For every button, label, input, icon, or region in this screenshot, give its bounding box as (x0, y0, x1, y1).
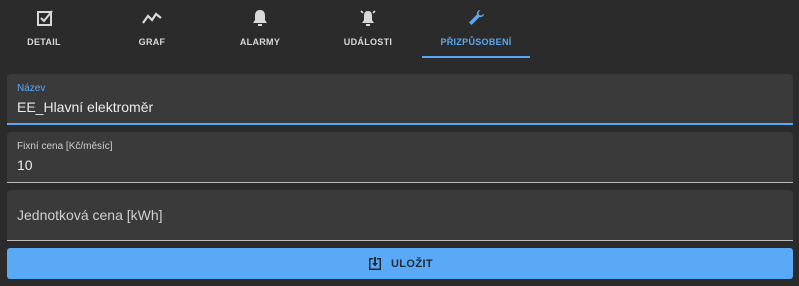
name-field-value[interactable]: EE_Hlavní elektroměr (17, 99, 153, 115)
unit-price-field-placeholder: Jednotková cena [kWh] (17, 207, 163, 223)
tab-alarmy-label: ALARMY (239, 37, 281, 47)
fixed-price-field-label: Fixní cena [Kč/měsíc] (17, 141, 113, 152)
save-button[interactable]: ULOŽIT (7, 248, 793, 279)
alarm-bell-icon (358, 8, 378, 28)
tab-bar: DETAIL GRAF ALARMY UDÁLOSTI PŘIZPŮSOBENÍ (0, 0, 799, 60)
fixed-price-field-value[interactable]: 10 (17, 157, 33, 173)
tab-graf[interactable]: GRAF (108, 0, 196, 58)
tab-udalosti[interactable]: UDÁLOSTI (324, 0, 412, 58)
tab-detail-label: DETAIL (27, 37, 61, 47)
chart-line-icon (142, 8, 162, 28)
checkbox-edit-icon (35, 8, 55, 28)
tab-prizpusobeni[interactable]: PŘIZPŮSOBENÍ (422, 0, 530, 58)
tab-detail[interactable]: DETAIL (0, 0, 88, 58)
save-button-label: ULOŽIT (390, 257, 434, 270)
tab-prizpusobeni-label: PŘIZPŮSOBENÍ (440, 37, 512, 47)
fixed-price-field[interactable]: Fixní cena [Kč/měsíc] 10 (7, 132, 793, 183)
save-icon (367, 256, 383, 272)
unit-price-field[interactable]: Jednotková cena [kWh] (7, 190, 793, 241)
bell-icon (250, 8, 270, 28)
name-field[interactable]: Název EE_Hlavní elektroměr (7, 74, 793, 125)
wrench-icon (466, 8, 486, 28)
tab-alarmy[interactable]: ALARMY (216, 0, 304, 58)
tab-graf-label: GRAF (138, 37, 166, 47)
tab-udalosti-label: UDÁLOSTI (343, 37, 393, 47)
active-tab-indicator (422, 56, 530, 58)
name-field-label: Název (17, 83, 46, 94)
